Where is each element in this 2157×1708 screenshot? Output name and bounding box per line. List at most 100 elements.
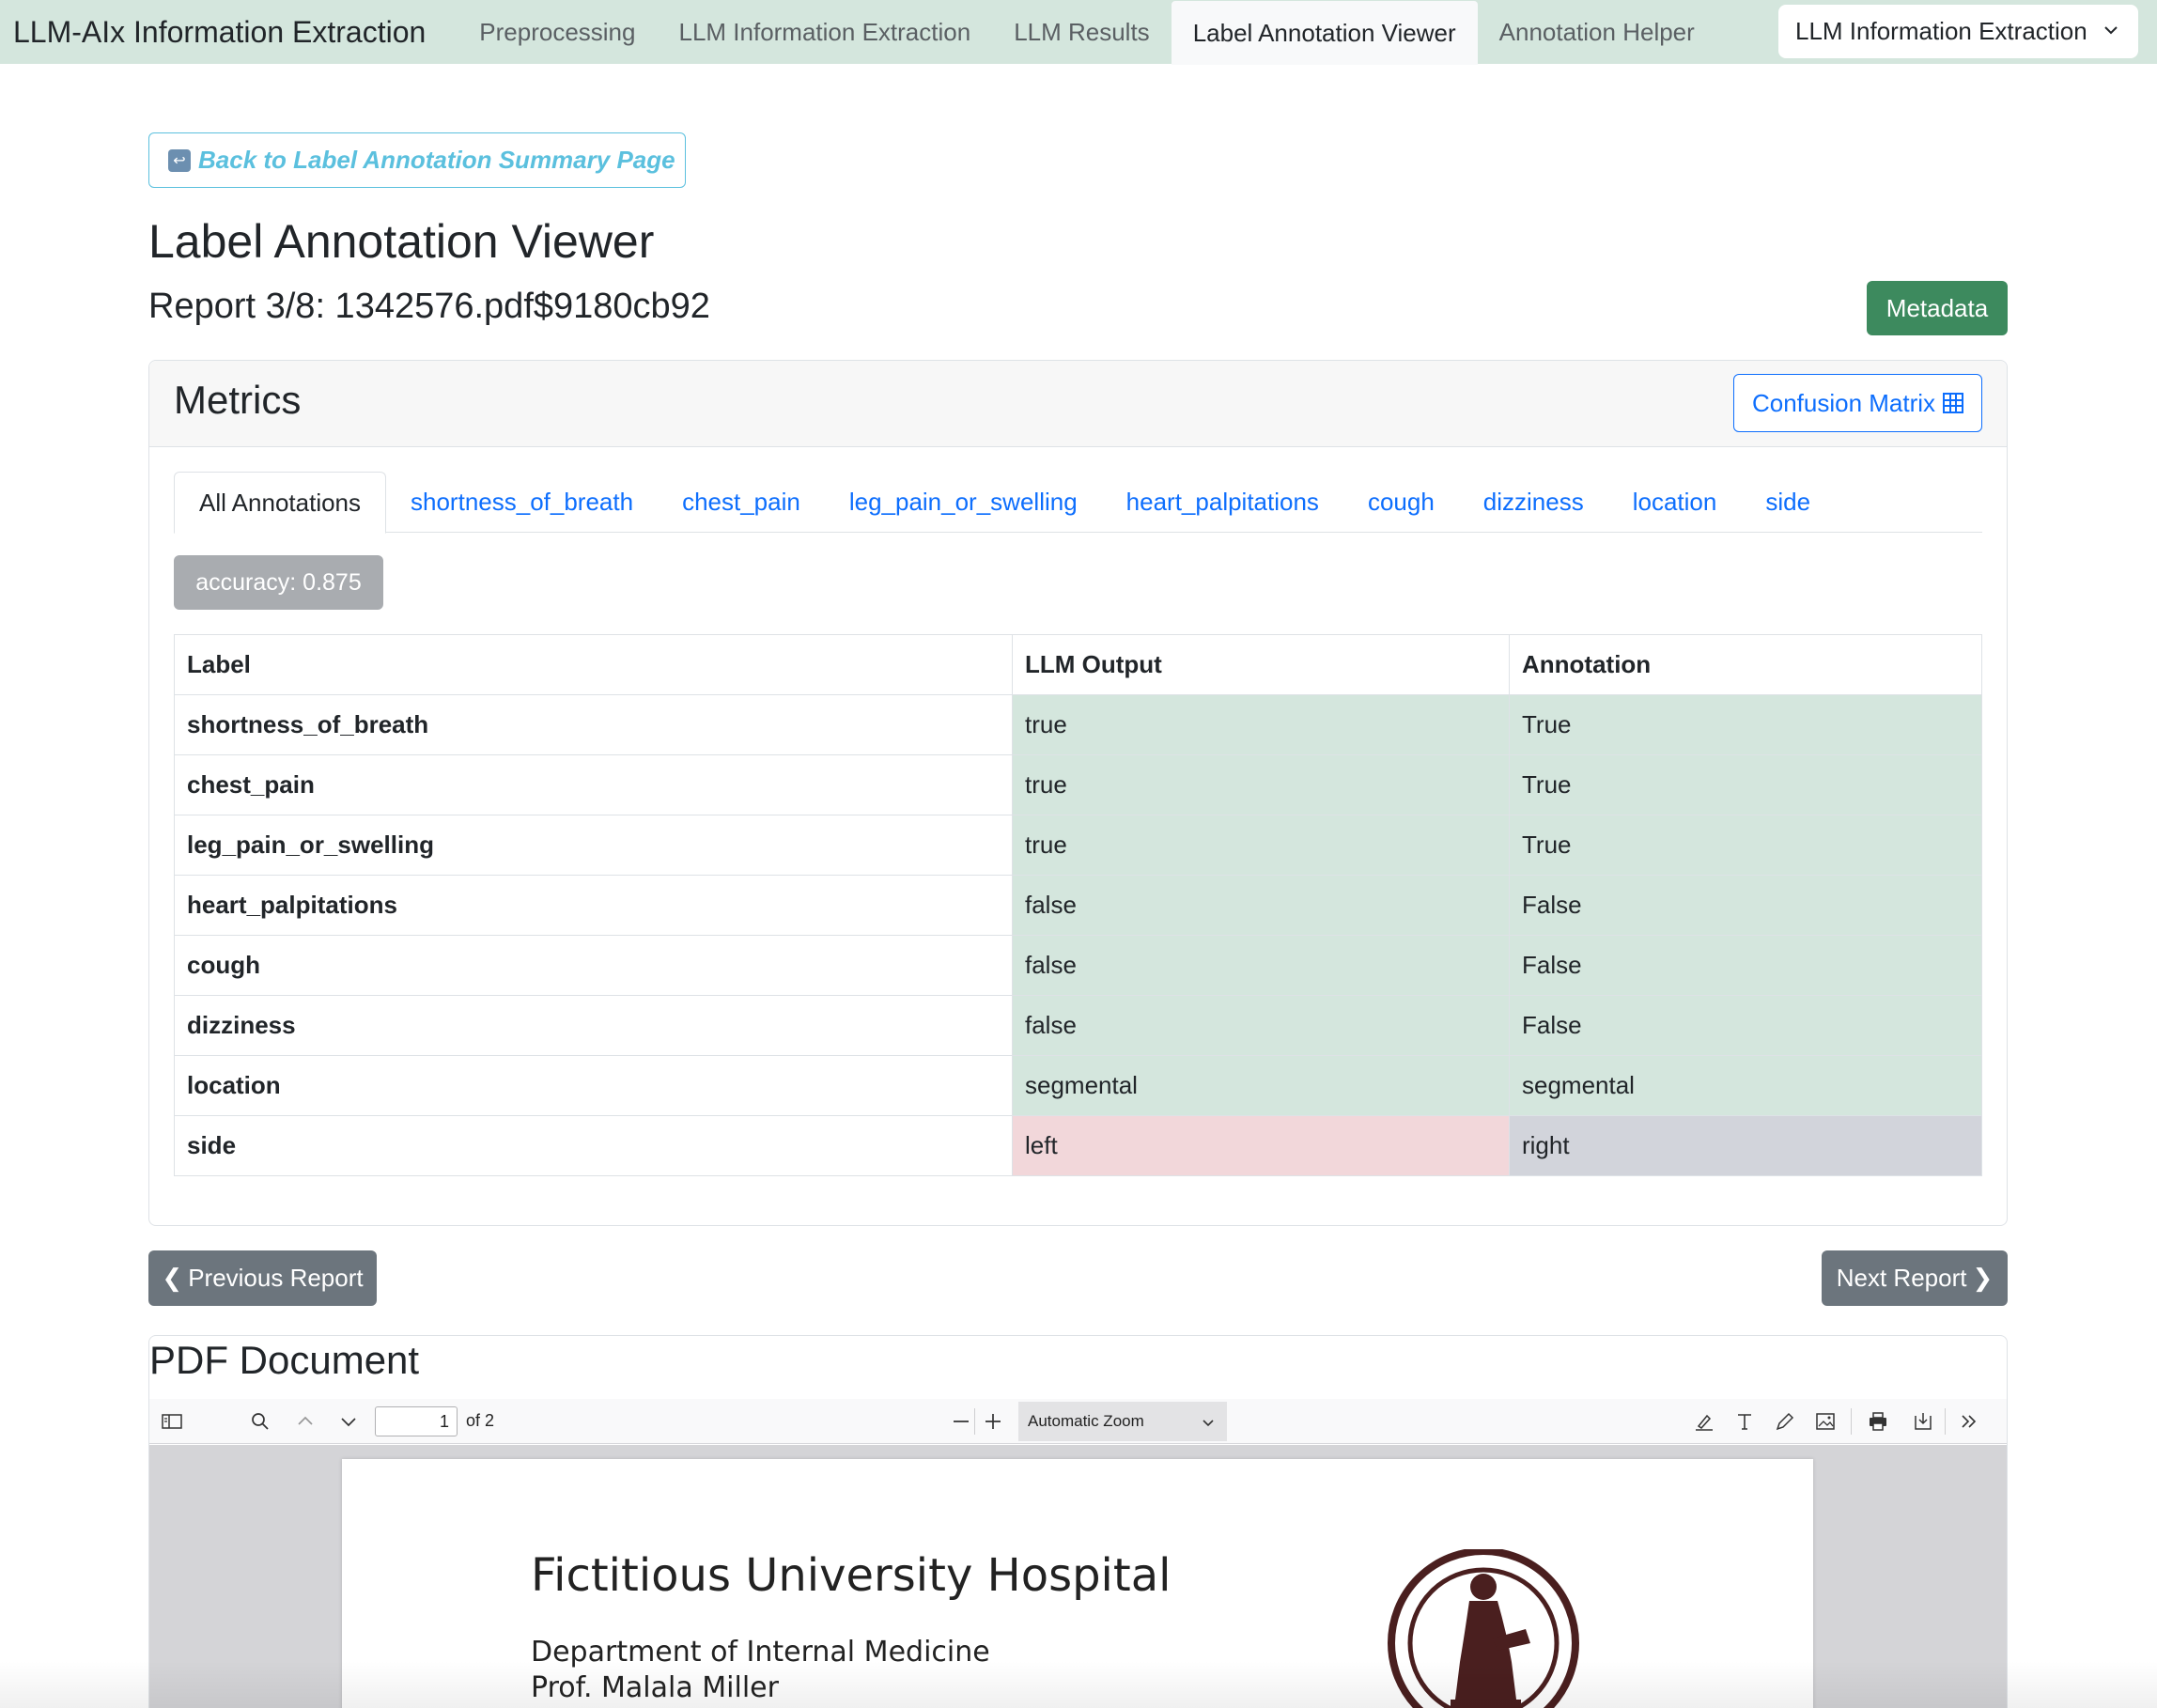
table-row: heart_palpitations false False	[174, 875, 1982, 936]
row-llm-output: true	[1012, 694, 1510, 755]
return-arrow-icon: ↩	[168, 148, 191, 172]
metrics-table: Label LLM Output Annotation shortness_of…	[174, 634, 1982, 1176]
metrics-title: Metrics	[174, 378, 302, 422]
pdf-section-title: PDF Document	[149, 1338, 420, 1382]
previous-page-icon[interactable]	[294, 1410, 317, 1433]
page-title: Label Annotation Viewer	[148, 215, 655, 268]
back-to-summary-button[interactable]: ↩ Back to Label Annotation Summary Page	[148, 132, 686, 188]
save-download-icon[interactable]	[1912, 1410, 1934, 1433]
table-row: chest_pain true True	[174, 754, 1982, 815]
report-title: Report 3/8: 1342576.pdf$9180cb92	[148, 287, 710, 326]
nav-link-llm-results[interactable]: LLM Results	[992, 0, 1172, 64]
pdf-page: Fictitious University Hospital Departmen…	[342, 1459, 1813, 1708]
row-label: location	[174, 1055, 1013, 1116]
search-icon[interactable]	[249, 1410, 272, 1433]
row-annotation: True	[1509, 754, 1982, 815]
previous-report-label: Previous Report	[188, 1264, 364, 1292]
column-header-label: Label	[174, 634, 1013, 695]
add-image-icon[interactable]	[1814, 1410, 1837, 1433]
confusion-matrix-button[interactable]: Confusion Matrix	[1733, 374, 1982, 432]
tab-chest-pain[interactable]: chest_pain	[658, 472, 825, 533]
chevron-down-icon	[2104, 26, 2118, 35]
back-button-label: Back to Label Annotation Summary Page	[198, 146, 675, 174]
toolbar-separator	[974, 1408, 975, 1435]
previous-report-button[interactable]: ❮ Previous Report	[148, 1250, 377, 1306]
row-llm-output: false	[1012, 875, 1510, 936]
table-row: side left right	[174, 1115, 1982, 1176]
tab-side[interactable]: side	[1741, 472, 1835, 533]
nav-link-preprocessing[interactable]: Preprocessing	[458, 0, 657, 64]
row-llm-output: false	[1012, 995, 1510, 1056]
accuracy-badge: accuracy: 0.875	[174, 555, 383, 610]
table-row: leg_pain_or_swelling true True	[174, 815, 1982, 876]
row-annotation: False	[1509, 935, 1982, 996]
chevron-right-icon: ❯	[1972, 1264, 1994, 1292]
table-header-row: Label LLM Output Annotation	[174, 634, 1982, 695]
university-seal-logo	[1388, 1549, 1579, 1708]
page-number-input[interactable]: 1	[375, 1406, 458, 1436]
pdf-viewer-area[interactable]: Fictitious University Hospital Departmen…	[149, 1445, 2007, 1708]
column-header-annotation: Annotation	[1509, 634, 1982, 695]
mode-select-value: LLM Information Extraction	[1795, 17, 2087, 45]
metadata-button[interactable]: Metadata	[1867, 281, 2008, 335]
row-annotation: False	[1509, 995, 1982, 1056]
document-department: Department of Internal Medicine	[531, 1636, 990, 1669]
row-label: shortness_of_breath	[174, 694, 1013, 755]
zoom-out-icon[interactable]	[950, 1410, 972, 1433]
chevron-left-icon: ❮	[162, 1264, 183, 1292]
navbar-brand[interactable]: LLM-AIx Information Extraction	[13, 15, 426, 50]
metrics-tabs: All Annotations shortness_of_breath ches…	[174, 472, 1982, 534]
tab-cough[interactable]: cough	[1343, 472, 1459, 533]
row-annotation: False	[1509, 875, 1982, 936]
grid-icon	[1943, 393, 1964, 413]
top-navbar: LLM-AIx Information Extraction Preproces…	[0, 0, 2157, 65]
row-llm-output: false	[1012, 935, 1510, 996]
row-annotation: True	[1509, 694, 1982, 755]
sidebar-toggle-icon[interactable]	[161, 1410, 183, 1433]
row-label: cough	[174, 935, 1013, 996]
highlight-icon[interactable]	[1693, 1410, 1715, 1433]
tab-location[interactable]: location	[1608, 472, 1742, 533]
next-report-button[interactable]: Next Report ❯	[1822, 1250, 2008, 1306]
toolbar-separator	[1851, 1408, 1852, 1435]
document-hospital-title: Fictitious University Hospital	[531, 1549, 1172, 1602]
tab-all-annotations[interactable]: All Annotations	[174, 472, 387, 534]
page-count-label: of 2	[466, 1411, 495, 1430]
table-row: shortness_of_breath true True	[174, 694, 1982, 755]
metrics-table-body: shortness_of_breath true True chest_pain tru…	[174, 694, 1982, 1176]
row-label: chest_pain	[174, 754, 1013, 815]
print-icon[interactable]	[1867, 1410, 1889, 1433]
document-professor: Prof. Malala Miller	[531, 1671, 779, 1704]
tab-heart-palpitations[interactable]: heart_palpitations	[1102, 472, 1343, 533]
row-annotation: True	[1509, 815, 1982, 876]
zoom-select[interactable]: Automatic Zoom	[1018, 1402, 1227, 1441]
zoom-select-value: Automatic Zoom	[1028, 1412, 1144, 1430]
pdf-toolbar: 1 of 2 Automatic Zoom	[149, 1399, 2007, 1444]
table-row: dizziness false False	[174, 995, 1982, 1056]
nav-links: Preprocessing LLM Information Extraction…	[458, 0, 1716, 65]
tab-shortness-of-breath[interactable]: shortness_of_breath	[386, 472, 658, 533]
nav-link-llm-information-extraction[interactable]: LLM Information Extraction	[657, 0, 992, 64]
text-tool-icon[interactable]	[1733, 1410, 1756, 1433]
row-label: leg_pain_or_swelling	[174, 815, 1013, 876]
tab-leg-pain-or-swelling[interactable]: leg_pain_or_swelling	[825, 472, 1102, 533]
table-row: cough false False	[174, 935, 1982, 996]
tab-dizziness[interactable]: dizziness	[1459, 472, 1608, 533]
metrics-card-header: Metrics Confusion Matrix	[149, 361, 2007, 447]
chevron-down-icon	[1203, 1420, 1214, 1427]
row-llm-output: true	[1012, 754, 1510, 815]
nav-link-annotation-helper[interactable]: Annotation Helper	[1478, 0, 1716, 64]
toolbar-separator	[1945, 1408, 1946, 1435]
more-tools-icon[interactable]	[1958, 1410, 1980, 1433]
next-page-icon[interactable]	[337, 1410, 360, 1433]
draw-pen-icon[interactable]	[1774, 1410, 1796, 1433]
confusion-matrix-label: Confusion Matrix	[1751, 388, 1936, 417]
pdf-document-card: PDF Document 1 of 2 Automatic Zoom Ficti…	[148, 1335, 2008, 1708]
mode-select[interactable]: LLM Information Extraction	[1778, 5, 2138, 58]
metrics-card: Metrics Confusion Matrix All Annotations…	[148, 360, 2008, 1226]
nav-link-label-annotation-viewer[interactable]: Label Annotation Viewer	[1171, 1, 1478, 65]
column-header-llm-output: LLM Output	[1012, 634, 1510, 695]
row-label: heart_palpitations	[174, 875, 1013, 936]
row-label: side	[174, 1115, 1013, 1176]
zoom-in-icon[interactable]	[982, 1410, 1004, 1433]
